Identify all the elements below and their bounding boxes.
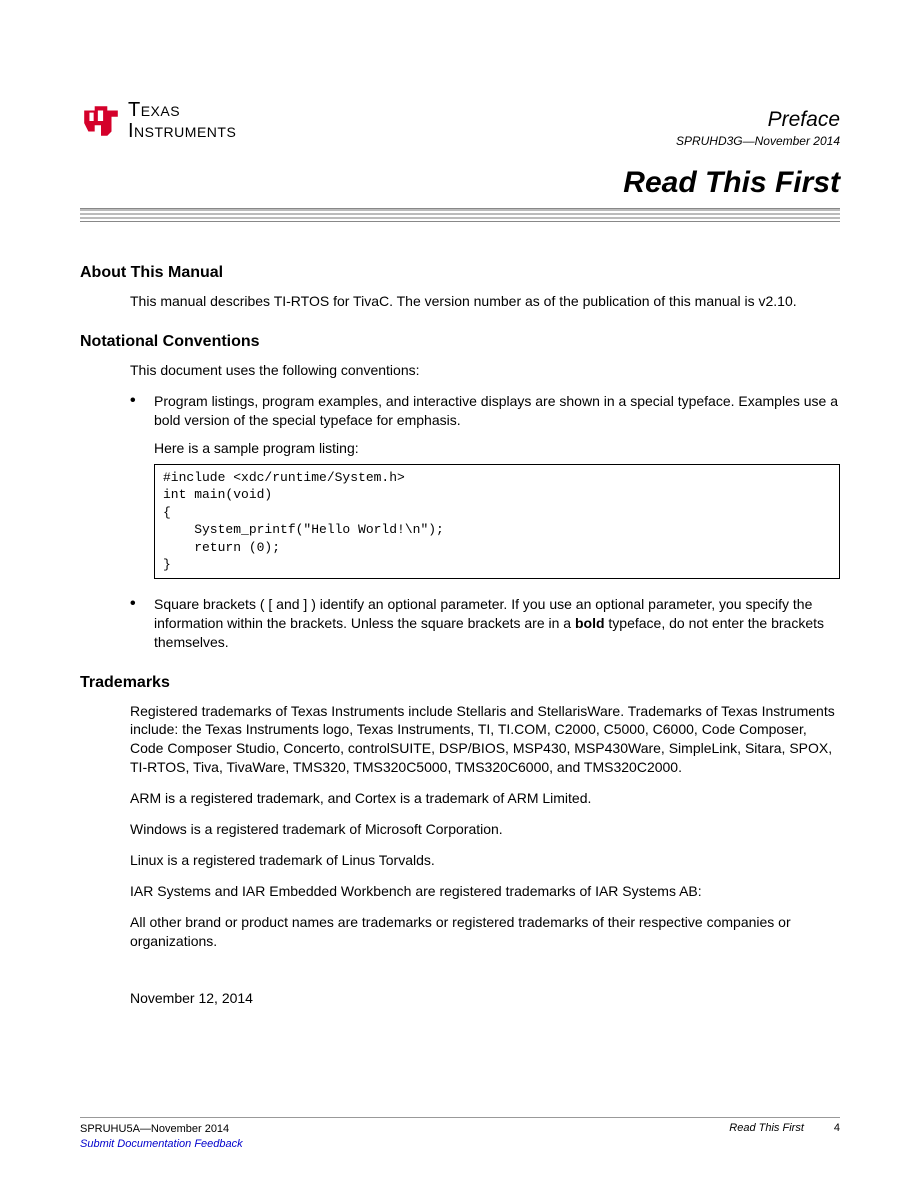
page-header: Texas Instruments Preface SPRUHD3G—Novem… <box>80 100 840 148</box>
trademarks-p5: IAR Systems and IAR Embedded Workbench a… <box>130 882 840 901</box>
conventions-list-2: Square brackets ( [ and ] ) identify an … <box>130 595 840 652</box>
page-title: Read This First <box>80 166 840 200</box>
conventions-bullet-1: Program listings, program examples, and … <box>130 392 840 430</box>
trademarks-p1: Registered trademarks of Texas Instrumen… <box>130 702 840 778</box>
submit-feedback-link[interactable]: Submit Documentation Feedback <box>80 1138 243 1150</box>
trademarks-p3: Windows is a registered trademark of Mic… <box>130 820 840 839</box>
footer-right: Read This First 4 <box>729 1122 840 1134</box>
about-p1: This manual describes TI-RTOS for TivaC.… <box>130 292 840 311</box>
revision-date: November 12, 2014 <box>130 990 840 1006</box>
footer-section-title: Read This First <box>729 1122 804 1134</box>
page-number: 4 <box>834 1122 840 1134</box>
logo-line1: Texas <box>128 100 236 121</box>
code-listing: #include <xdc/runtime/System.h> int main… <box>154 464 840 579</box>
footer-doc-id: SPRUHU5A—November 2014 <box>80 1123 229 1135</box>
doc-id: SPRUHD3G—November 2014 <box>676 134 840 148</box>
section-trademarks-heading: Trademarks <box>80 674 840 692</box>
bullet2-bold: bold <box>575 615 605 631</box>
logo-line2: Instruments <box>128 121 236 142</box>
ti-logo-text: Texas Instruments <box>128 100 236 142</box>
conventions-bullet-2: Square brackets ( [ and ] ) identify an … <box>130 595 840 652</box>
trademarks-p4: Linux is a registered trademark of Linus… <box>130 851 840 870</box>
sample-listing-label: Here is a sample program listing: <box>154 440 840 456</box>
preface-label: Preface <box>676 108 840 132</box>
trademarks-p2: ARM is a registered trademark, and Corte… <box>130 789 840 808</box>
ti-logo-block: Texas Instruments <box>80 100 236 142</box>
page-footer: SPRUHU5A—November 2014 Submit Documentat… <box>80 1117 840 1151</box>
trademarks-p6: All other brand or product names are tra… <box>130 913 840 951</box>
section-about-heading: About This Manual <box>80 264 840 282</box>
header-right: Preface SPRUHD3G—November 2014 <box>676 100 840 148</box>
ti-logo-icon <box>80 100 122 142</box>
section-conventions-heading: Notational Conventions <box>80 333 840 351</box>
conventions-intro: This document uses the following convent… <box>130 361 840 380</box>
footer-left: SPRUHU5A—November 2014 Submit Documentat… <box>80 1122 243 1151</box>
conventions-list: Program listings, program examples, and … <box>130 392 840 430</box>
title-rule <box>80 208 840 222</box>
